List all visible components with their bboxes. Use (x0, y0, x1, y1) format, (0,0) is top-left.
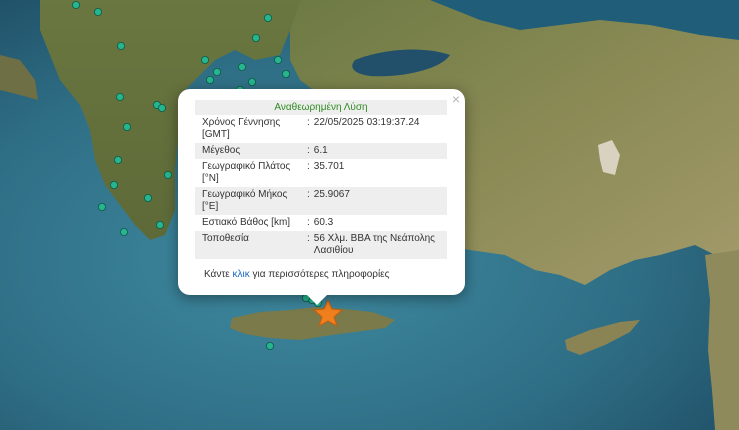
close-icon[interactable]: × (452, 91, 460, 107)
popup-title: Αναθεωρημένη Λύση (195, 100, 447, 115)
row-origin-time: Χρόνος Γέννησης [GMT] :22/05/2025 03:19:… (195, 115, 447, 143)
circle-icon[interactable] (263, 13, 272, 22)
popup-tip (307, 295, 327, 305)
latitude-label: Γεωγραφικό Πλάτος [°N] (202, 161, 291, 184)
separator: : (307, 145, 310, 156)
more-info-text: Κάντε κλικ για περισσότερες πληροφορίες (204, 269, 389, 280)
row-latitude: Γεωγραφικό Πλάτος [°N] :35.701 (195, 159, 447, 187)
origin-time-value: 22/05/2025 03:19:37.24 (313, 117, 420, 128)
circle-icon[interactable] (205, 76, 214, 85)
latitude-value: 35.701 (313, 161, 345, 172)
event-details-table: Χρόνος Γέννησης [GMT] :22/05/2025 03:19:… (195, 115, 447, 259)
circle-icon[interactable] (247, 78, 256, 87)
longitude-label: Γεωγραφικό Μήκος [°E] (202, 189, 288, 212)
magnitude-value: 6.1 (313, 145, 328, 156)
row-magnitude: Μέγεθος :6.1 (195, 143, 447, 159)
circle-icon[interactable] (212, 68, 221, 77)
circle-icon[interactable] (117, 42, 126, 51)
location-value: 56 Χλμ. ΒΒΑ της Νεάπολης Λασιθίου (313, 233, 435, 256)
circle-icon[interactable] (110, 180, 119, 189)
circle-icon[interactable] (120, 227, 129, 236)
depth-label: Εστιακό Βάθος [km] (202, 217, 291, 228)
circle-icon[interactable] (265, 341, 274, 350)
circle-icon[interactable] (116, 93, 125, 102)
separator: : (307, 161, 310, 172)
circle-icon[interactable] (114, 155, 123, 164)
circle-icon[interactable] (163, 170, 172, 179)
circle-icon[interactable] (155, 220, 164, 229)
separator: : (307, 233, 310, 244)
circle-icon[interactable] (72, 1, 81, 9)
footer-prefix: Κάντε (204, 269, 230, 280)
depth-value: 60.3 (313, 217, 334, 228)
circle-icon[interactable] (98, 202, 107, 211)
separator: : (307, 117, 310, 128)
earthquake-info-popup: × Αναθεωρημένη Λύση Χρόνος Γέννησης [GMT… (178, 89, 465, 295)
circle-icon[interactable] (143, 193, 152, 202)
circle-icon[interactable] (273, 56, 282, 65)
magnitude-label: Μέγεθος (202, 145, 241, 156)
circle-icon[interactable] (157, 104, 166, 113)
circle-icon[interactable] (94, 7, 103, 16)
row-longitude: Γεωγραφικό Μήκος [°E] :25.9067 (195, 187, 447, 215)
footer-suffix: για περισσότερες πληροφορίες (252, 269, 390, 280)
row-depth: Εστιακό Βάθος [km] :60.3 (195, 215, 447, 231)
circle-icon[interactable] (251, 34, 260, 43)
separator: : (307, 189, 310, 200)
separator: : (307, 217, 310, 228)
circle-icon[interactable] (123, 123, 132, 132)
longitude-value: 25.9067 (313, 189, 350, 200)
circle-icon[interactable] (237, 63, 246, 72)
location-label: Τοποθεσία (202, 233, 249, 244)
origin-time-label: Χρόνος Γέννησης [GMT] (202, 117, 281, 140)
circle-icon[interactable] (200, 56, 209, 65)
more-info-link[interactable]: κλικ (233, 269, 250, 280)
row-location: Τοποθεσία :56 Χλμ. ΒΒΑ της Νεάπολης Λασι… (195, 231, 447, 259)
circle-icon[interactable] (281, 70, 290, 79)
